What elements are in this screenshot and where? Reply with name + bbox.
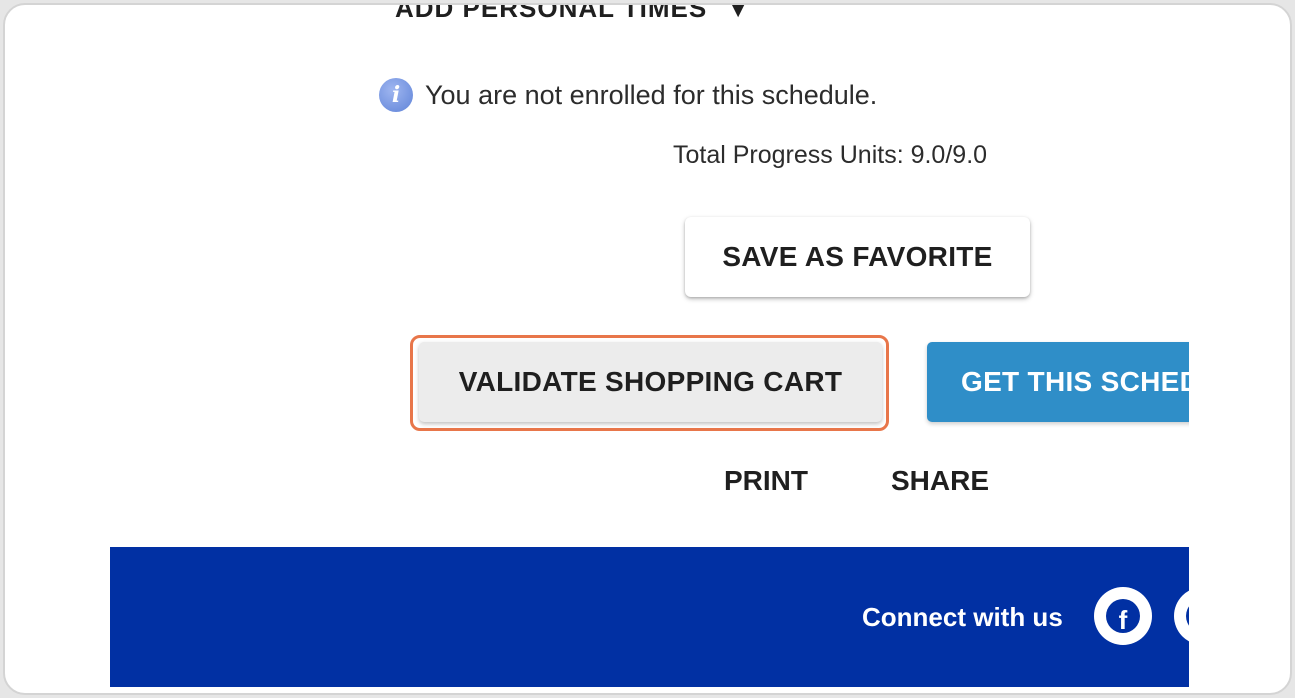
chevron-down-icon: ▼ bbox=[727, 5, 750, 22]
browser-frame: ADD PERSONAL TIMES ▼ i You are not enroll… bbox=[3, 3, 1292, 695]
get-this-schedule-button[interactable]: GET THIS SCHEDULE bbox=[927, 342, 1189, 422]
enrollment-notice-text: You are not enrolled for this schedule. bbox=[425, 79, 878, 110]
progress-units: Total Progress Units: 9.0/9.0 bbox=[673, 141, 988, 169]
share-link[interactable]: SHARE bbox=[891, 465, 989, 497]
info-icon: i bbox=[379, 78, 413, 112]
social-icon[interactable] bbox=[1174, 587, 1189, 645]
site-footer: Connect with us f bbox=[110, 547, 1189, 687]
save-as-favorite-button[interactable]: SAVE AS FAVORITE bbox=[685, 217, 1030, 297]
connect-with-us-label: Connect with us bbox=[862, 602, 1063, 632]
page-viewport: ADD PERSONAL TIMES ▼ i You are not enroll… bbox=[5, 5, 1189, 693]
add-personal-times-toggle[interactable]: ADD PERSONAL TIMES ▼ bbox=[395, 5, 750, 24]
add-personal-times-label: ADD PERSONAL TIMES bbox=[395, 5, 708, 23]
facebook-icon[interactable]: f bbox=[1094, 587, 1152, 645]
enrollment-notice: i You are not enrolled for this schedule… bbox=[379, 78, 877, 112]
validate-shopping-cart-button[interactable]: VALIDATE SHOPPING CART bbox=[419, 342, 882, 422]
print-link[interactable]: PRINT bbox=[724, 465, 808, 497]
